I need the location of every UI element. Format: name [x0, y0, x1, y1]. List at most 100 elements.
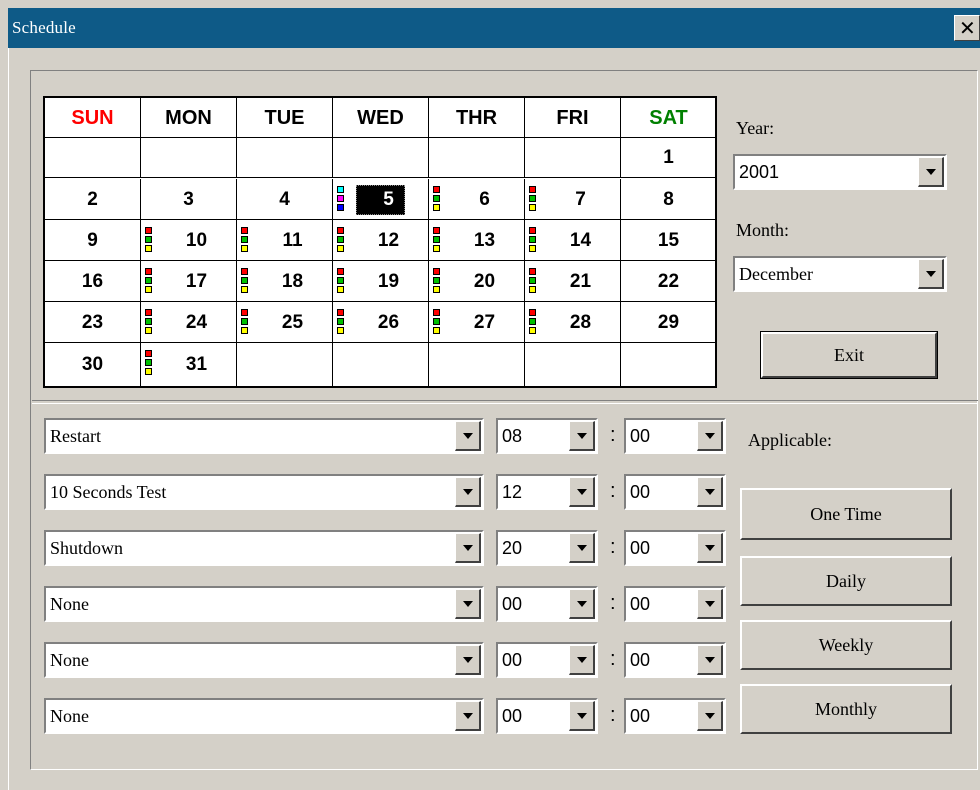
calendar-day[interactable]: 8 — [621, 179, 717, 220]
year-select[interactable]: 2001 — [733, 154, 947, 190]
hour-select[interactable]: 08 — [496, 418, 598, 454]
event-indicator-icon — [337, 186, 344, 213]
minute-select[interactable]: 00 — [624, 418, 726, 454]
chevron-down-icon[interactable] — [918, 259, 944, 289]
time-separator: : — [610, 536, 616, 558]
calendar-day[interactable]: 31 — [141, 343, 237, 387]
close-button[interactable]: ✕ — [954, 15, 980, 41]
monthly-button[interactable]: Monthly — [740, 684, 952, 734]
calendar-day[interactable]: 16 — [45, 261, 141, 302]
minute-select[interactable]: 00 — [624, 530, 726, 566]
calendar-day[interactable]: 30 — [45, 343, 141, 387]
chevron-down-icon[interactable] — [697, 533, 723, 563]
calendar-day[interactable]: 25 — [237, 302, 333, 343]
day-number: 25 — [281, 312, 304, 333]
calendar-day[interactable]: 26 — [333, 302, 429, 343]
calendar-day[interactable]: 9 — [45, 220, 141, 261]
chevron-down-icon[interactable] — [697, 589, 723, 619]
event-indicator-icon — [433, 186, 440, 213]
month-label: Month: — [736, 220, 790, 240]
daily-button[interactable]: Daily — [740, 556, 952, 606]
calendar-day[interactable]: 17 — [141, 261, 237, 302]
day-number: 2 — [87, 189, 98, 210]
calendar-day[interactable]: 15 — [621, 220, 717, 261]
day-header: MON — [141, 98, 237, 138]
event-indicator-icon — [529, 186, 536, 213]
calendar-day[interactable]: 21 — [525, 261, 621, 302]
calendar-day[interactable]: 3 — [141, 179, 237, 220]
hour-select[interactable]: 00 — [496, 642, 598, 678]
calendar-day[interactable]: 1 — [621, 138, 717, 178]
weekly-button[interactable]: Weekly — [740, 620, 952, 670]
chevron-down-icon[interactable] — [697, 645, 723, 675]
minute-select[interactable]: 00 — [624, 642, 726, 678]
chevron-down-icon[interactable] — [569, 589, 595, 619]
minute-select[interactable]: 00 — [624, 586, 726, 622]
one-time-button[interactable]: One Time — [740, 488, 952, 540]
chevron-down-icon[interactable] — [918, 157, 944, 187]
chevron-down-icon[interactable] — [455, 645, 481, 675]
day-number: 29 — [657, 312, 680, 333]
chevron-down-icon[interactable] — [569, 421, 595, 451]
calendar-day[interactable]: 23 — [45, 302, 141, 343]
calendar-day[interactable]: 13 — [429, 220, 525, 261]
calendar-day[interactable]: 19 — [333, 261, 429, 302]
minute-select-value: 00 — [630, 426, 651, 446]
chevron-down-icon[interactable] — [455, 421, 481, 451]
calendar-day[interactable]: 27 — [429, 302, 525, 343]
calendar-day[interactable]: 28 — [525, 302, 621, 343]
action-select-value: None — [50, 650, 89, 670]
event-indicator-icon — [145, 268, 152, 295]
action-select-value: 10 Seconds Test — [50, 482, 167, 502]
hour-select[interactable]: 00 — [496, 698, 598, 734]
chevron-down-icon[interactable] — [455, 701, 481, 731]
day-number: 31 — [185, 354, 208, 375]
calendar-day[interactable]: 12 — [333, 220, 429, 261]
calendar-empty-cell — [333, 343, 429, 387]
action-select[interactable]: None — [44, 698, 484, 734]
applicable-label: Applicable: — [748, 430, 832, 450]
chevron-down-icon[interactable] — [697, 701, 723, 731]
calendar-day[interactable]: 14 — [525, 220, 621, 261]
calendar-day[interactable]: 20 — [429, 261, 525, 302]
calendar-day[interactable]: 24 — [141, 302, 237, 343]
action-select[interactable]: Restart — [44, 418, 484, 454]
hour-select[interactable]: 00 — [496, 586, 598, 622]
chevron-down-icon[interactable] — [455, 589, 481, 619]
calendar-day[interactable]: 4 — [237, 179, 333, 220]
action-select[interactable]: Shutdown — [44, 530, 484, 566]
hour-select[interactable]: 20 — [496, 530, 598, 566]
event-indicator-icon — [145, 309, 152, 336]
chevron-down-icon[interactable] — [569, 645, 595, 675]
calendar-day[interactable]: 2 — [45, 179, 141, 220]
exit-button[interactable]: Exit — [760, 331, 938, 379]
calendar-day[interactable]: 11 — [237, 220, 333, 261]
chevron-down-icon[interactable] — [569, 533, 595, 563]
action-select[interactable]: None — [44, 586, 484, 622]
minute-select[interactable]: 00 — [624, 698, 726, 734]
chevron-down-icon[interactable] — [697, 477, 723, 507]
chevron-down-icon[interactable] — [455, 477, 481, 507]
calendar-day[interactable]: 6 — [429, 179, 525, 220]
calendar-day[interactable]: 5 — [333, 179, 429, 220]
chevron-down-icon[interactable] — [569, 477, 595, 507]
action-select[interactable]: None — [44, 642, 484, 678]
calendar-day[interactable]: 10 — [141, 220, 237, 261]
calendar-day[interactable]: 7 — [525, 179, 621, 220]
window-title: Schedule — [12, 18, 76, 37]
chevron-down-icon[interactable] — [569, 701, 595, 731]
minute-select[interactable]: 00 — [624, 474, 726, 510]
hour-select[interactable]: 12 — [496, 474, 598, 510]
action-select[interactable]: 10 Seconds Test — [44, 474, 484, 510]
minute-select-value: 00 — [630, 594, 651, 614]
chevron-down-icon[interactable] — [697, 421, 723, 451]
day-number: 24 — [185, 312, 208, 333]
day-number: 15 — [657, 230, 680, 251]
month-select[interactable]: December — [733, 256, 947, 292]
calendar-day[interactable]: 18 — [237, 261, 333, 302]
calendar-day[interactable]: 29 — [621, 302, 717, 343]
day-header: FRI — [525, 98, 621, 138]
calendar-day[interactable]: 22 — [621, 261, 717, 302]
chevron-down-icon[interactable] — [455, 533, 481, 563]
day-number: 5 — [383, 189, 394, 210]
